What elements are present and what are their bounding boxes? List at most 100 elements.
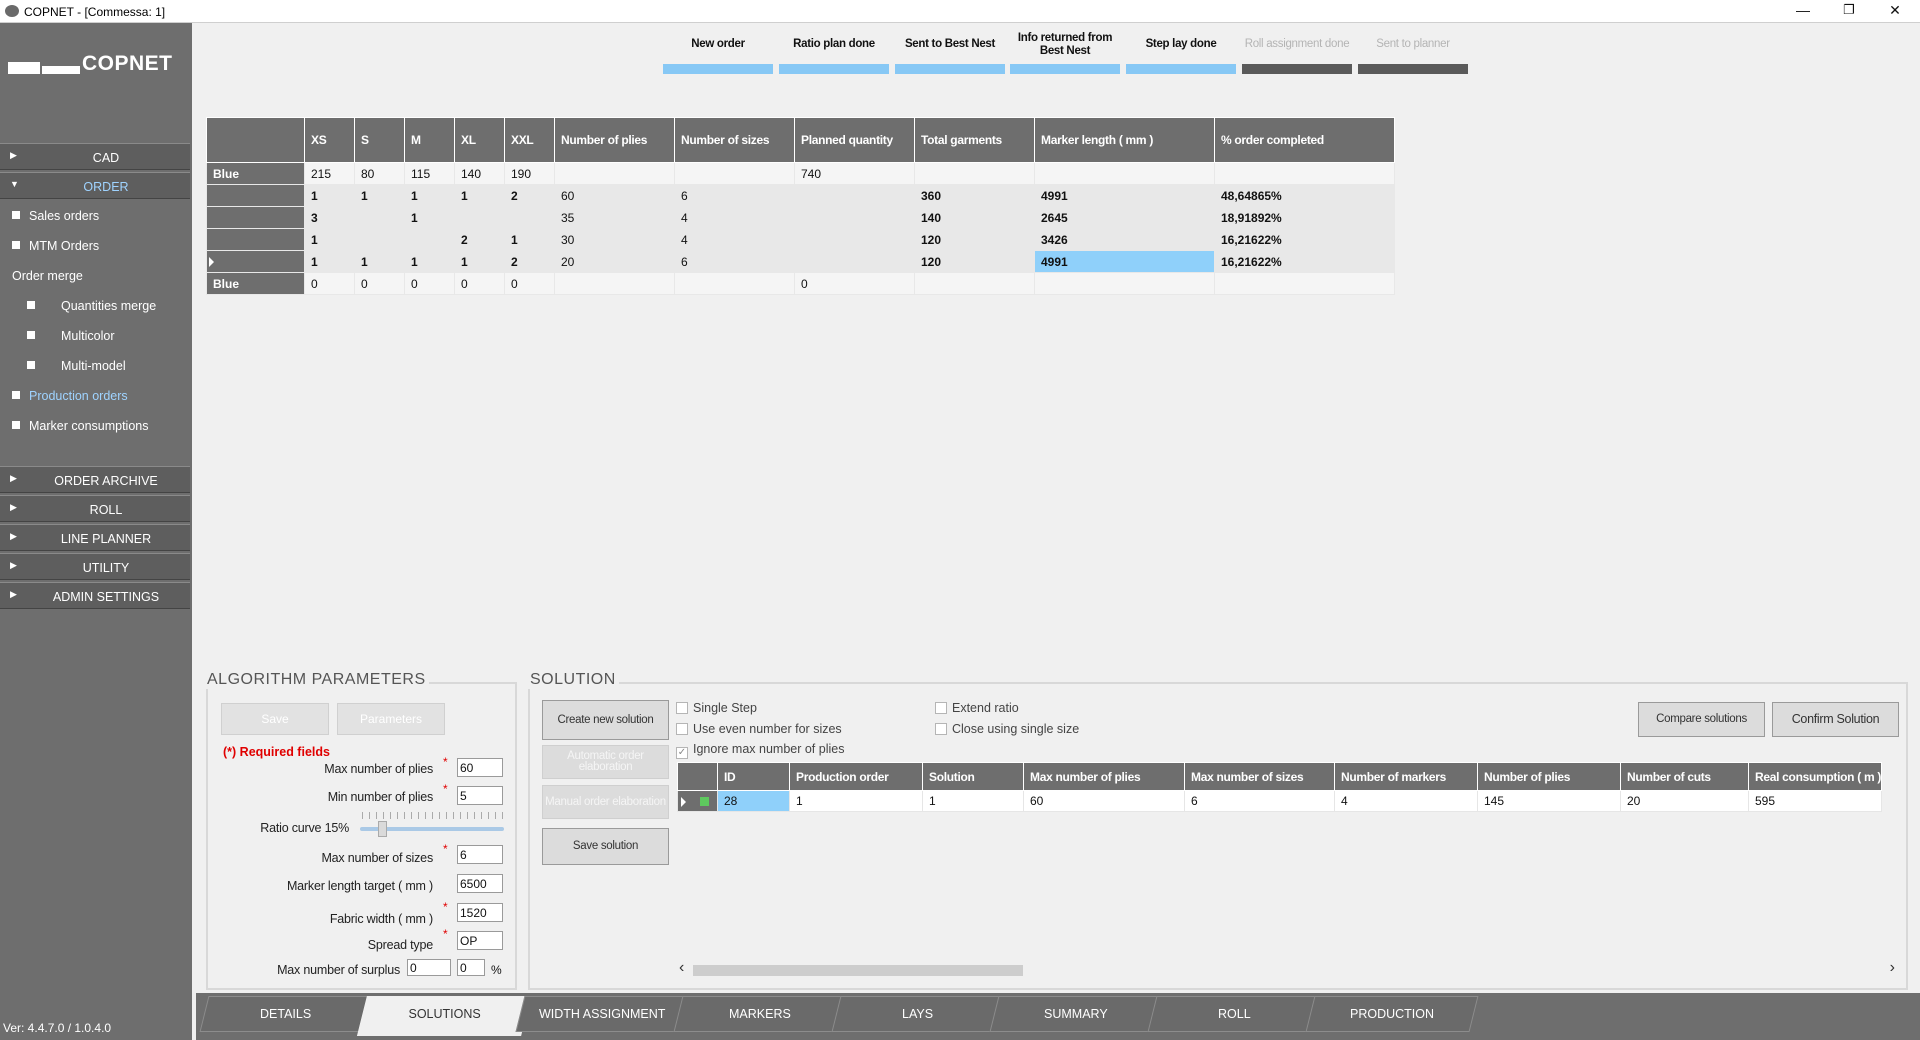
table-row[interactable]: 3 1 35 4 140 2645 18,91892% [206,206,1395,229]
grid-cell[interactable]: 2 [504,250,555,273]
sidebar-section-order[interactable]: ▼ ORDER [0,172,190,199]
grid-cell[interactable]: 1 [404,206,455,229]
grid-cell-selected[interactable]: 4991 [1034,250,1215,273]
slider-thumb[interactable] [377,821,387,837]
sidebar-item-multi-model[interactable]: Multi-model [0,353,190,379]
grid-cell[interactable] [554,272,675,295]
grid-cell[interactable]: 6 [674,184,795,207]
grid-cell[interactable]: 0 [404,272,455,295]
grid-cell[interactable]: 1 [789,790,923,812]
marker-length-input[interactable] [457,874,503,893]
grid-cell[interactable] [354,228,405,251]
scrollbar-thumb[interactable] [693,965,1023,976]
tab-width-assignment[interactable]: WIDTH ASSIGNMENT [515,996,689,1032]
manual-elaboration-button[interactable]: Manual order elaboration [542,785,669,819]
grid-cell[interactable]: 80 [354,162,405,185]
sidebar-section-roll[interactable]: ▶ ROLL [0,495,190,522]
grid-cell[interactable] [404,228,455,251]
grid-cell[interactable]: 145 [1477,790,1621,812]
grid-cell[interactable]: 3 [304,206,355,229]
grid-cell[interactable]: 16,21622% [1214,228,1395,251]
tab-markers[interactable]: MARKERS [673,996,847,1032]
sidebar-section-admin-settings[interactable]: ▶ ADMIN SETTINGS [0,582,190,609]
grid-cell[interactable] [454,206,505,229]
sidebar-item-multicolor[interactable]: Multicolor [0,323,190,349]
grid-cell[interactable]: 4 [674,206,795,229]
grid-cell[interactable]: 115 [404,162,455,185]
grid-cell[interactable]: 48,64865% [1214,184,1395,207]
grid-cell[interactable]: 1 [404,184,455,207]
grid-cell[interactable]: 120 [914,250,1035,273]
table-row-selected[interactable]: 1 1 1 1 2 20 6 120 4991 16,21622% [206,250,1395,273]
max-surplus-percent-input[interactable] [457,959,485,976]
table-row[interactable]: Blue 215 80 115 140 190 740 [206,162,1395,185]
save-solution-button[interactable]: Save solution [542,828,669,865]
grid-cell[interactable]: 4 [674,228,795,251]
column-header-real-consumption[interactable]: Real consumption ( m ) [1747,762,1883,791]
grid-cell[interactable]: 360 [914,184,1035,207]
grid-cell[interactable]: 4991 [1034,184,1215,207]
grid-cell[interactable] [1034,272,1215,295]
column-header-planned-quantity[interactable]: Planned quantity [794,117,915,163]
grid-cell[interactable]: 1 [354,250,405,273]
grid-cell[interactable]: 1 [304,250,355,273]
grid-cell[interactable]: 1 [304,184,355,207]
grid-cell[interactable]: 3426 [1034,228,1215,251]
sidebar-item-sales-orders[interactable]: Sales orders [0,203,190,229]
column-header-id[interactable]: ID [717,762,790,791]
grid-cell[interactable]: 6 [1184,790,1335,812]
tab-lays[interactable]: LAYS [831,996,1005,1032]
sidebar-item-production-orders[interactable]: Production orders [0,383,190,409]
horizontal-scrollbar[interactable]: ‹ › [677,959,1897,978]
automatic-elaboration-button[interactable]: Automatic order elaboration [542,745,669,779]
grid-cell[interactable]: 60 [554,184,675,207]
column-header-xxl[interactable]: XXL [504,117,555,163]
column-header-number-of-plies[interactable]: Number of plies [1477,762,1621,791]
sidebar-section-utility[interactable]: ▶ UTILITY [0,553,190,580]
row-header[interactable] [206,206,305,229]
grid-cell[interactable]: 2 [504,184,555,207]
grid-cell[interactable]: 0 [504,272,555,295]
scroll-left-icon[interactable]: ‹ [679,959,684,977]
grid-cell[interactable]: 1 [454,184,505,207]
parameters-button[interactable]: Parameters [337,703,445,735]
column-header-number-of-plies[interactable]: Number of plies [554,117,675,163]
grid-cell[interactable] [1034,162,1215,185]
column-header-marker-length[interactable]: Marker length ( mm ) [1034,117,1215,163]
single-step-checkbox[interactable]: Single Step [676,701,757,715]
grid-cell[interactable]: 6 [674,250,795,273]
grid-cell[interactable] [794,184,915,207]
sidebar-item-marker-consumptions[interactable]: Marker consumptions [0,413,190,439]
grid-cell[interactable]: 740 [794,162,915,185]
tab-solutions[interactable]: SOLUTIONS [357,996,531,1036]
grid-cell[interactable]: 120 [914,228,1035,251]
min-plies-input[interactable] [457,786,503,805]
sidebar-section-line-planner[interactable]: ▶ LINE PLANNER [0,524,190,551]
grid-cell[interactable]: 2645 [1034,206,1215,229]
row-header[interactable] [206,250,305,273]
column-header-production-order[interactable]: Production order [789,762,923,791]
column-header-number-of-cuts[interactable]: Number of cuts [1620,762,1749,791]
grid-cell[interactable]: 595 [1747,790,1883,812]
grid-cell[interactable]: 30 [554,228,675,251]
grid-cell[interactable] [914,272,1035,295]
column-header-number-of-sizes[interactable]: Number of sizes [674,117,795,163]
restore-icon[interactable]: ❐ [1826,0,1872,22]
scroll-right-icon[interactable]: › [1890,959,1895,977]
close-single-size-checkbox[interactable]: Close using single size [935,722,1079,736]
grid-cell[interactable]: 0 [354,272,405,295]
grid-cell[interactable]: 1 [454,250,505,273]
grid-cell[interactable]: 18,91892% [1214,206,1395,229]
grid-cell[interactable] [504,206,555,229]
grid-cell[interactable]: 35 [554,206,675,229]
table-row-selected[interactable]: 28 1 1 60 6 4 145 20 595 [677,790,1883,812]
max-surplus-input[interactable] [407,959,451,976]
sidebar-section-cad[interactable]: ▶ CAD [0,143,190,170]
grid-cell[interactable]: 4 [1334,790,1478,812]
grid-cell[interactable]: 20 [554,250,675,273]
grid-cell[interactable] [794,250,915,273]
column-header-xl[interactable]: XL [454,117,505,163]
column-header-max-sizes[interactable]: Max number of sizes [1184,762,1335,791]
confirm-solution-button[interactable]: Confirm Solution [1772,702,1899,737]
grid-cell[interactable]: 0 [454,272,505,295]
